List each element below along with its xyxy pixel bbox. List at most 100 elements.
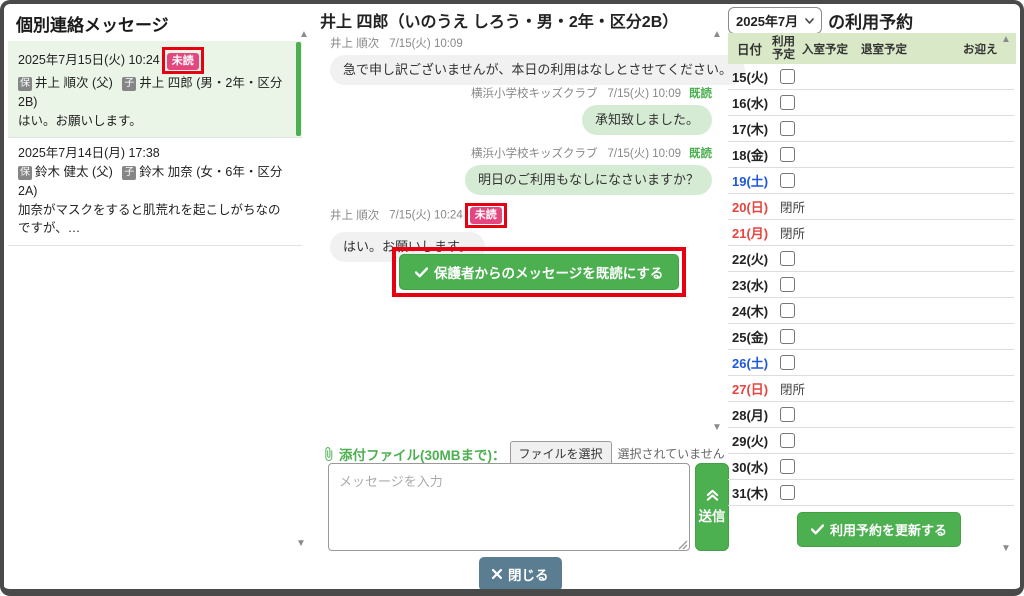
message-list-title: 個別連絡メッセージ: [8, 6, 302, 41]
update-reservation-button[interactable]: 利用予約を更新する: [797, 512, 961, 547]
table-row: 24(木): [728, 298, 1014, 324]
check-icon: [811, 524, 824, 535]
scroll-down-icon[interactable]: ▼: [1001, 544, 1011, 554]
message-bubble: 急で申し訳ございませんが、本日の利用はなしとさせてください。: [330, 55, 745, 85]
usage-checkbox[interactable]: [780, 251, 795, 266]
chevron-down-icon: [805, 18, 814, 24]
table-row: 16(水): [728, 90, 1014, 116]
usage-checkbox[interactable]: [780, 433, 795, 448]
mark-read-button[interactable]: 保護者からのメッセージを既読にする: [399, 254, 679, 290]
list-item[interactable]: 2025年7月14日(月) 17:38 保鈴木 健太 (父) 子鈴木 加奈 (女…: [8, 138, 302, 246]
table-row: 15(火): [728, 64, 1014, 90]
annotation-box: 未読: [465, 203, 507, 228]
table-row: 18(金): [728, 142, 1014, 168]
usage-checkbox[interactable]: [780, 277, 795, 292]
table-header: 日付 利用予定 入室予定 退室予定 お迎え: [728, 33, 1016, 64]
message-preview: 加奈がマスクをすると肌荒れを起こしがちなのですが、…: [18, 201, 290, 239]
annotation-box: 未読: [162, 47, 204, 74]
column-usage: 利用予定: [770, 36, 797, 61]
usage-checkbox[interactable]: [780, 407, 795, 422]
usage-checkbox[interactable]: [780, 485, 795, 500]
guardian-name: 鈴木 健太 (父): [35, 165, 113, 179]
close-label: 閉じる: [508, 564, 549, 584]
message-bubble: 明日のご利用もなしになさいますか？: [465, 165, 712, 195]
item-datetime: 2025年7月14日(月) 17:38: [18, 146, 160, 160]
table-row: 17(木): [728, 116, 1014, 142]
read-status: 既読: [689, 88, 712, 100]
send-label: 送信: [699, 505, 726, 525]
usage-checkbox[interactable]: [780, 147, 795, 162]
usage-checkbox[interactable]: [780, 121, 795, 136]
scrollbar-thumb[interactable]: [296, 42, 301, 136]
file-status-text: 選択されていません: [618, 445, 725, 462]
date-label: 27(日): [732, 379, 778, 398]
table-row: 30(水): [728, 454, 1014, 480]
message-meta: 井上 順次7/15(火) 10:24未読: [330, 203, 507, 228]
column-pickup: お迎え: [963, 41, 998, 57]
check-icon: [415, 267, 428, 278]
scroll-up-icon[interactable]: ▲: [1001, 35, 1011, 45]
message-time: 7/15(火) 10:09: [389, 38, 463, 50]
message-input[interactable]: [328, 463, 690, 551]
usage-checkbox[interactable]: [780, 303, 795, 318]
table-row: 31(木): [728, 480, 1014, 506]
list-item[interactable]: 2025年7月15日(火) 10:24未読 保井上 順次 (父) 子井上 四郎 …: [8, 41, 302, 138]
message-bubble: 承知致しました。: [582, 105, 712, 135]
sender-name: 横浜小学校キッズクラブ: [471, 88, 598, 100]
scroll-down-icon[interactable]: ▼: [712, 423, 722, 433]
table-row: 23(水): [728, 272, 1014, 298]
month-select-value: 2025年7月: [736, 11, 798, 30]
date-label: 26(土): [732, 353, 778, 372]
chat-message: 横浜小学校キッズクラブ7/15(火) 10:09既読 明日のご利用もなしになさい…: [465, 145, 712, 195]
child-badge: 子: [122, 166, 136, 180]
date-label: 30(水): [732, 457, 778, 476]
unread-badge: 未読: [167, 53, 199, 70]
scroll-down-icon[interactable]: ▼: [296, 539, 306, 549]
column-checkin: 入室予定: [802, 41, 848, 57]
date-label: 24(木): [732, 301, 778, 320]
usage-checkbox[interactable]: [780, 95, 795, 110]
message-meta: 横浜小学校キッズクラブ7/15(火) 10:09既読: [471, 85, 712, 101]
usage-checkbox[interactable]: [780, 329, 795, 344]
usage-checkbox[interactable]: [780, 69, 795, 84]
paperclip-icon: [321, 446, 336, 462]
usage-checkbox[interactable]: [780, 355, 795, 370]
chat-message: 井上 順次 7/15(火) 10:09 急で申し訳ございませんが、本日の利用はなし…: [330, 35, 745, 85]
double-chevron-up-icon: [706, 489, 719, 501]
chat-message: 横浜小学校キッズクラブ7/15(火) 10:09既読 承知致しました。: [471, 85, 712, 135]
close-icon: [492, 569, 502, 579]
message-meta: 横浜小学校キッズクラブ7/15(火) 10:09既読: [465, 145, 712, 161]
table-row: 21(月)閉所: [728, 220, 1014, 246]
date-label: 20(日): [732, 197, 778, 216]
sender-name: 井上 順次: [330, 38, 379, 50]
usage-checkbox[interactable]: [780, 173, 795, 188]
date-label: 18(金): [732, 145, 778, 164]
table-row: 20(日)閉所: [728, 194, 1014, 220]
column-date: 日付: [737, 39, 767, 58]
message-time: 7/15(火) 10:24: [389, 210, 463, 222]
closed-label: 閉所: [780, 223, 805, 242]
date-label: 28(月): [732, 405, 778, 424]
message-time: 7/15(火) 10:09: [607, 148, 681, 160]
reservation-header: 2025年7月 の利用予約: [728, 7, 913, 34]
table-row: 28(月): [728, 402, 1014, 428]
month-select[interactable]: 2025年7月: [728, 7, 822, 34]
message-list-panel: 個別連絡メッセージ 2025年7月15日(火) 10:24未読 保井上 順次 (…: [8, 6, 302, 246]
item-datetime: 2025年7月15日(火) 10:24: [18, 53, 160, 67]
child-badge: 子: [122, 77, 136, 91]
date-label: 21(月): [732, 223, 778, 242]
send-button[interactable]: 送信: [695, 463, 729, 551]
date-label: 22(火): [732, 249, 778, 268]
reservation-title: の利用予約: [828, 8, 913, 33]
guardian-badge: 保: [18, 77, 32, 91]
chat-title: 井上 四郎（いのうえ しろう・男・2年・区分2B）: [320, 8, 678, 32]
guardian-badge: 保: [18, 166, 32, 180]
close-button[interactable]: 閉じる: [479, 557, 562, 591]
closed-label: 閉所: [780, 379, 805, 398]
table-row: 22(火): [728, 246, 1014, 272]
scroll-up-icon[interactable]: ▲: [299, 30, 309, 40]
sender-name: 横浜小学校キッズクラブ: [471, 148, 598, 160]
usage-checkbox[interactable]: [780, 459, 795, 474]
date-label: 16(水): [732, 93, 778, 112]
update-reservation-label: 利用予約を更新する: [830, 520, 947, 539]
